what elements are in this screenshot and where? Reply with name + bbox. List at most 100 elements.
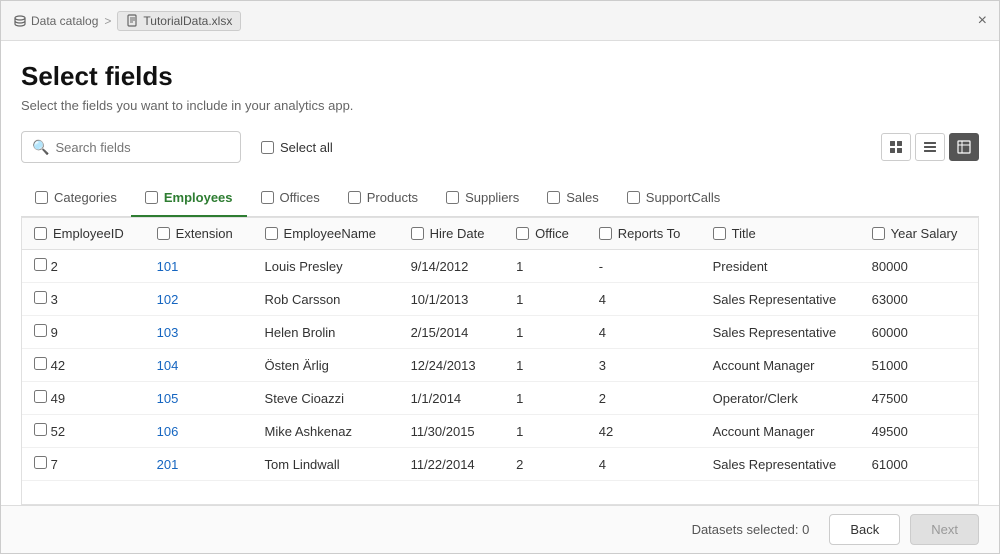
tab-categories-checkbox[interactable]	[35, 191, 48, 204]
row-checkbox[interactable]	[34, 423, 47, 436]
back-button[interactable]: Back	[829, 514, 900, 545]
cell-employeename: Helen Brolin	[253, 316, 399, 349]
main-window: Data catalog > TutorialData.xlsx × Selec…	[0, 0, 1000, 554]
tab-offices-checkbox[interactable]	[261, 191, 274, 204]
row-checkbox[interactable]	[34, 291, 47, 304]
cell-office: 2	[504, 448, 587, 481]
cell-office: 1	[504, 349, 587, 382]
cell-hiredate: 10/1/2013	[399, 283, 505, 316]
tab-products[interactable]: Products	[334, 180, 432, 217]
cell-employeename: Östen Ärlig	[253, 349, 399, 382]
col-select-reportsto[interactable]	[599, 227, 612, 240]
tab-suppliers-checkbox[interactable]	[446, 191, 459, 204]
content-area: Select fields Select the fields you want…	[1, 41, 999, 505]
col-select-hiredate[interactable]	[411, 227, 424, 240]
select-all-checkbox[interactable]	[261, 141, 274, 154]
search-input[interactable]	[55, 140, 230, 155]
col-header-reportsto: Reports To	[587, 218, 701, 250]
cell-employeename: Steve Cioazzi	[253, 382, 399, 415]
col-select-employeename[interactable]	[265, 227, 278, 240]
breadcrumb-file: TutorialData.xlsx	[117, 11, 241, 31]
col-header-hiredate: Hire Date	[399, 218, 505, 250]
row-checkbox[interactable]	[34, 390, 47, 403]
filename-label: TutorialData.xlsx	[143, 14, 232, 28]
cell-title: President	[701, 250, 860, 283]
col-header-extension: Extension	[145, 218, 253, 250]
tab-sales-checkbox[interactable]	[547, 191, 560, 204]
table-container: EmployeeID Extension EmployeeName Hire D…	[21, 217, 979, 505]
bottom-bar: Datasets selected: 0 Back Next	[1, 505, 999, 553]
page-title: Select fields	[21, 61, 979, 92]
tab-categories[interactable]: Categories	[21, 180, 131, 217]
cell-employeeid: 3	[22, 283, 145, 316]
row-checkbox[interactable]	[34, 258, 47, 271]
table-view-button[interactable]	[949, 133, 979, 161]
cell-extension[interactable]: 102	[145, 283, 253, 316]
cell-title: Sales Representative	[701, 448, 860, 481]
cell-employeename: Rob Carsson	[253, 283, 399, 316]
list-view-button[interactable]	[915, 133, 945, 161]
cell-hiredate: 11/22/2014	[399, 448, 505, 481]
grid-view-button[interactable]	[881, 133, 911, 161]
tab-employees-checkbox[interactable]	[145, 191, 158, 204]
cell-employeeid: 9	[22, 316, 145, 349]
cell-employeename: Tom Lindwall	[253, 448, 399, 481]
cell-title: Sales Representative	[701, 316, 860, 349]
cell-hiredate: 2/15/2014	[399, 316, 505, 349]
row-checkbox[interactable]	[34, 456, 47, 469]
cell-extension[interactable]: 201	[145, 448, 253, 481]
table-header-row: EmployeeID Extension EmployeeName Hire D…	[22, 218, 978, 250]
cell-employeeid: 52	[22, 415, 145, 448]
cell-reportsto: 4	[587, 283, 701, 316]
tab-supportcalls-checkbox[interactable]	[627, 191, 640, 204]
data-catalog-label: Data catalog	[31, 14, 98, 28]
col-select-employeeid[interactable]	[34, 227, 47, 240]
cell-extension[interactable]: 105	[145, 382, 253, 415]
cell-employeeid: 7	[22, 448, 145, 481]
tabs: Categories Employees Offices Products Su…	[21, 179, 979, 217]
row-checkbox[interactable]	[34, 324, 47, 337]
view-icons	[881, 133, 979, 161]
tab-employees[interactable]: Employees	[131, 180, 247, 217]
cell-reportsto: -	[587, 250, 701, 283]
cell-reportsto: 4	[587, 448, 701, 481]
tab-sales-label: Sales	[566, 190, 599, 205]
tab-supportcalls[interactable]: SupportCalls	[613, 180, 734, 217]
tab-offices-label: Offices	[280, 190, 320, 205]
cell-yearsalary: 63000	[860, 283, 978, 316]
cell-reportsto: 42	[587, 415, 701, 448]
cell-office: 1	[504, 250, 587, 283]
close-button[interactable]: ×	[978, 13, 987, 29]
col-select-extension[interactable]	[157, 227, 170, 240]
cell-hiredate: 1/1/2014	[399, 382, 505, 415]
col-header-office: Office	[504, 218, 587, 250]
col-header-title: Title	[701, 218, 860, 250]
page-subtitle: Select the fields you want to include in…	[21, 98, 979, 113]
cell-employeename: Louis Presley	[253, 250, 399, 283]
col-select-yearsalary[interactable]	[872, 227, 885, 240]
cell-employeeid: 42	[22, 349, 145, 382]
cell-extension[interactable]: 104	[145, 349, 253, 382]
breadcrumb-separator: >	[104, 14, 111, 28]
cell-extension[interactable]: 106	[145, 415, 253, 448]
tab-products-checkbox[interactable]	[348, 191, 361, 204]
cell-yearsalary: 80000	[860, 250, 978, 283]
cell-office: 1	[504, 415, 587, 448]
row-checkbox[interactable]	[34, 357, 47, 370]
tab-sales[interactable]: Sales	[533, 180, 613, 217]
data-catalog-icon: Data catalog	[13, 14, 98, 28]
tab-suppliers[interactable]: Suppliers	[432, 180, 533, 217]
cell-reportsto: 3	[587, 349, 701, 382]
tab-offices[interactable]: Offices	[247, 180, 334, 217]
next-button: Next	[910, 514, 979, 545]
tab-suppliers-label: Suppliers	[465, 190, 519, 205]
col-header-employeename: EmployeeName	[253, 218, 399, 250]
cell-office: 1	[504, 316, 587, 349]
cell-extension[interactable]: 103	[145, 316, 253, 349]
select-all-wrap: Select all	[261, 140, 333, 155]
table-row: 7 201 Tom Lindwall 11/22/2014 2 4 Sales …	[22, 448, 978, 481]
cell-extension[interactable]: 101	[145, 250, 253, 283]
col-select-office[interactable]	[516, 227, 529, 240]
col-select-title[interactable]	[713, 227, 726, 240]
table-row: 2 101 Louis Presley 9/14/2012 1 - Presid…	[22, 250, 978, 283]
